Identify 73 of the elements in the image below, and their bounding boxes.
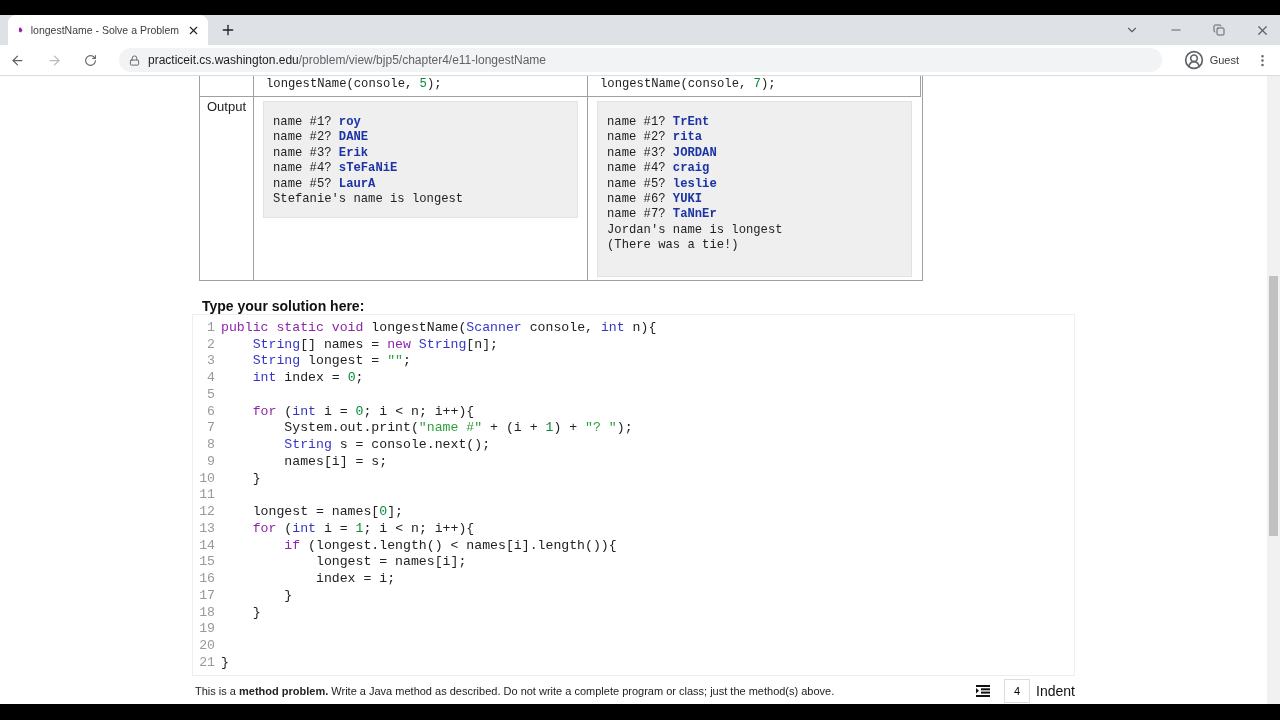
output-line: name #1? TrEnt bbox=[607, 115, 711, 131]
line-number: 7 bbox=[206, 420, 216, 436]
restore-icon[interactable] bbox=[1213, 24, 1225, 36]
output-line: name #3? JORDAN bbox=[607, 145, 718, 162]
line-number: 21 bbox=[198, 654, 216, 670]
line-number: 10 bbox=[198, 470, 216, 486]
output-line: Jordan's name is longest bbox=[607, 222, 784, 239]
code-line: for (int i = 1; i < n; i++){ bbox=[251, 520, 475, 536]
code-line: } bbox=[221, 654, 229, 670]
line-number: 17 bbox=[198, 587, 216, 603]
indent-icon[interactable] bbox=[976, 685, 991, 697]
output-line: name #6? YUKI bbox=[607, 192, 704, 208]
browser-tab[interactable]: longestName - Solve a Problem bbox=[8, 15, 208, 45]
address-bar[interactable]: practiceit.cs.washington.edu/problem/view/bjp5/chapter4/e11-longestName bbox=[119, 48, 1162, 72]
code-line: } bbox=[251, 604, 261, 620]
line-number: 16 bbox=[198, 571, 216, 587]
output-line: name #5? LaurA bbox=[273, 176, 377, 193]
lock-icon bbox=[129, 54, 140, 66]
note-text: This is a method problem. Write a Java method as described. Do not write a complete program or class; just the method(s) above. bbox=[195, 685, 836, 697]
call-code: longestName(console, 5); bbox=[265, 76, 443, 93]
output-line: name #4? sTeFaNiE bbox=[273, 161, 399, 177]
code-line: } bbox=[283, 587, 293, 603]
line-number: 20 bbox=[198, 638, 216, 654]
output-line: name #1? roy bbox=[273, 115, 362, 131]
code-line: longest = names[0]; bbox=[251, 504, 404, 520]
line-number: 6 bbox=[206, 403, 216, 419]
indent-field[interactable]: 4 bbox=[1004, 679, 1031, 703]
code-line: String s = console.next(); bbox=[283, 437, 491, 453]
indent-label: Indent bbox=[1036, 683, 1075, 699]
output-line: name #4? craig bbox=[607, 161, 711, 177]
tab-title: longestName - Solve a Problem bbox=[30, 24, 179, 36]
output-line: name #2? rita bbox=[607, 130, 704, 146]
code-line: index = i; bbox=[314, 571, 396, 587]
output-line: (There was a tie!) bbox=[607, 238, 740, 254]
line-number: 13 bbox=[198, 520, 216, 536]
line-number: 8 bbox=[206, 437, 216, 453]
line-number: 2 bbox=[206, 336, 216, 352]
solution-heading: Type your solution here: bbox=[202, 298, 366, 314]
line-number: 3 bbox=[206, 353, 216, 369]
output-line: name #5? leslie bbox=[607, 176, 718, 193]
code-line: longest = names[i]; bbox=[314, 554, 467, 570]
line-number: 15 bbox=[198, 554, 216, 570]
output-line: Stefanie's name is longest bbox=[273, 192, 465, 208]
output-line: name #3? Erik bbox=[273, 145, 370, 162]
code-line: int index = 0; bbox=[251, 370, 364, 386]
code-line: if (longest.length() < names[i].length()){ bbox=[283, 537, 617, 553]
line-number: 19 bbox=[198, 621, 216, 637]
profile-label[interactable]: Guest bbox=[1209, 54, 1239, 66]
reload-icon[interactable] bbox=[84, 53, 97, 67]
profile-icon[interactable] bbox=[1183, 50, 1204, 70]
url-text: practiceit.cs.washington.edu/problem/view/bjp5/chapter4/e11-longestName bbox=[148, 53, 546, 67]
line-number: 12 bbox=[198, 504, 216, 520]
new-tab-icon[interactable] bbox=[220, 22, 236, 38]
code-line: names[i] = s; bbox=[283, 453, 388, 469]
code-line: System.out.print("name #" + (i + 1) + "? "); bbox=[283, 420, 633, 436]
back-icon[interactable] bbox=[10, 52, 25, 68]
line-number: 5 bbox=[206, 386, 216, 402]
line-number: 14 bbox=[198, 537, 216, 553]
line-number: 18 bbox=[198, 604, 216, 620]
call-code: longestName(console, 7); bbox=[599, 76, 777, 93]
code-line: String longest = ""; bbox=[251, 353, 411, 369]
output-line: name #2? DANE bbox=[273, 130, 370, 146]
code-line: } bbox=[251, 470, 261, 486]
output-line: name #7? TaNnEr bbox=[607, 207, 718, 223]
line-number: 9 bbox=[206, 453, 216, 469]
line-number: 11 bbox=[198, 487, 216, 503]
line-number: 1 bbox=[206, 319, 216, 335]
line-number: 4 bbox=[206, 370, 216, 386]
code-line: String[] names = new String[n]; bbox=[251, 336, 498, 352]
code-line: public static void longestName(Scanner console, int n){ bbox=[221, 319, 657, 335]
row-label: Output bbox=[206, 98, 248, 114]
scrollbar[interactable] bbox=[1267, 76, 1280, 704]
code-line: for (int i = 0; i < n; i++){ bbox=[251, 403, 475, 419]
